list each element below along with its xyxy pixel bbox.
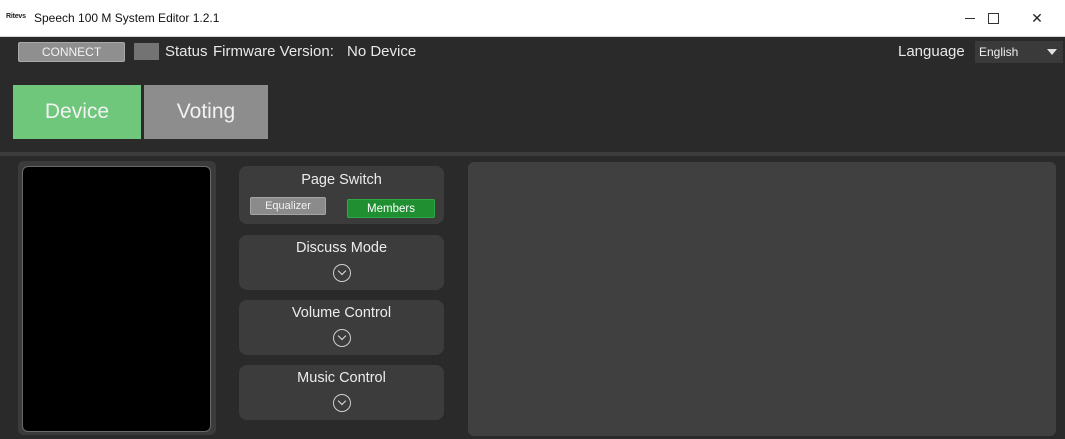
volume-control-title: Volume Control <box>291 305 392 321</box>
firmware-version-label: Firmware Version: <box>213 43 334 60</box>
tab-device[interactable]: Device <box>13 85 141 139</box>
page-switch-group: Page Switch Equalizer Members <box>239 166 444 224</box>
volume-control-expand-icon[interactable] <box>333 329 351 347</box>
music-control-group: Music Control <box>239 365 444 420</box>
maximize-button[interactable] <box>970 0 1016 37</box>
maximize-icon <box>987 13 999 24</box>
connect-button[interactable]: CONNECT <box>18 42 125 62</box>
section-divider <box>0 152 1065 156</box>
music-control-expand-icon[interactable] <box>333 394 351 412</box>
close-button[interactable]: ✕ <box>1014 0 1060 37</box>
equalizer-button[interactable]: Equalizer <box>250 197 326 215</box>
discuss-mode-title: Discuss Mode <box>295 240 388 256</box>
firmware-version-value: No Device <box>347 43 417 60</box>
discuss-mode-expand-icon[interactable] <box>333 264 351 282</box>
content-panel <box>468 162 1056 436</box>
status-label: Status <box>165 43 208 60</box>
status-indicator <box>134 43 159 60</box>
app-logo-icon: Ritevs <box>6 13 26 20</box>
device-list-area[interactable] <box>22 166 211 432</box>
language-select[interactable]: English <box>975 41 1063 63</box>
window-title: Speech 100 M System Editor 1.2.1 <box>34 11 220 25</box>
page-switch-title: Page Switch <box>301 172 382 188</box>
music-control-title: Music Control <box>297 370 386 386</box>
language-label: Language <box>898 43 965 60</box>
language-selected-value: English <box>979 45 1019 59</box>
members-button[interactable]: Members <box>347 199 435 218</box>
close-icon: ✕ <box>1031 10 1043 26</box>
app-window: Ritevs Speech 100 M System Editor 1.2.1 … <box>0 0 1065 439</box>
device-list-panel <box>18 161 216 435</box>
title-bar: Ritevs Speech 100 M System Editor 1.2.1 … <box>0 0 1065 37</box>
dropdown-arrow-icon <box>1047 49 1057 55</box>
discuss-mode-group: Discuss Mode <box>239 235 444 290</box>
volume-control-group: Volume Control <box>239 300 444 355</box>
tab-voting[interactable]: Voting <box>144 85 268 139</box>
